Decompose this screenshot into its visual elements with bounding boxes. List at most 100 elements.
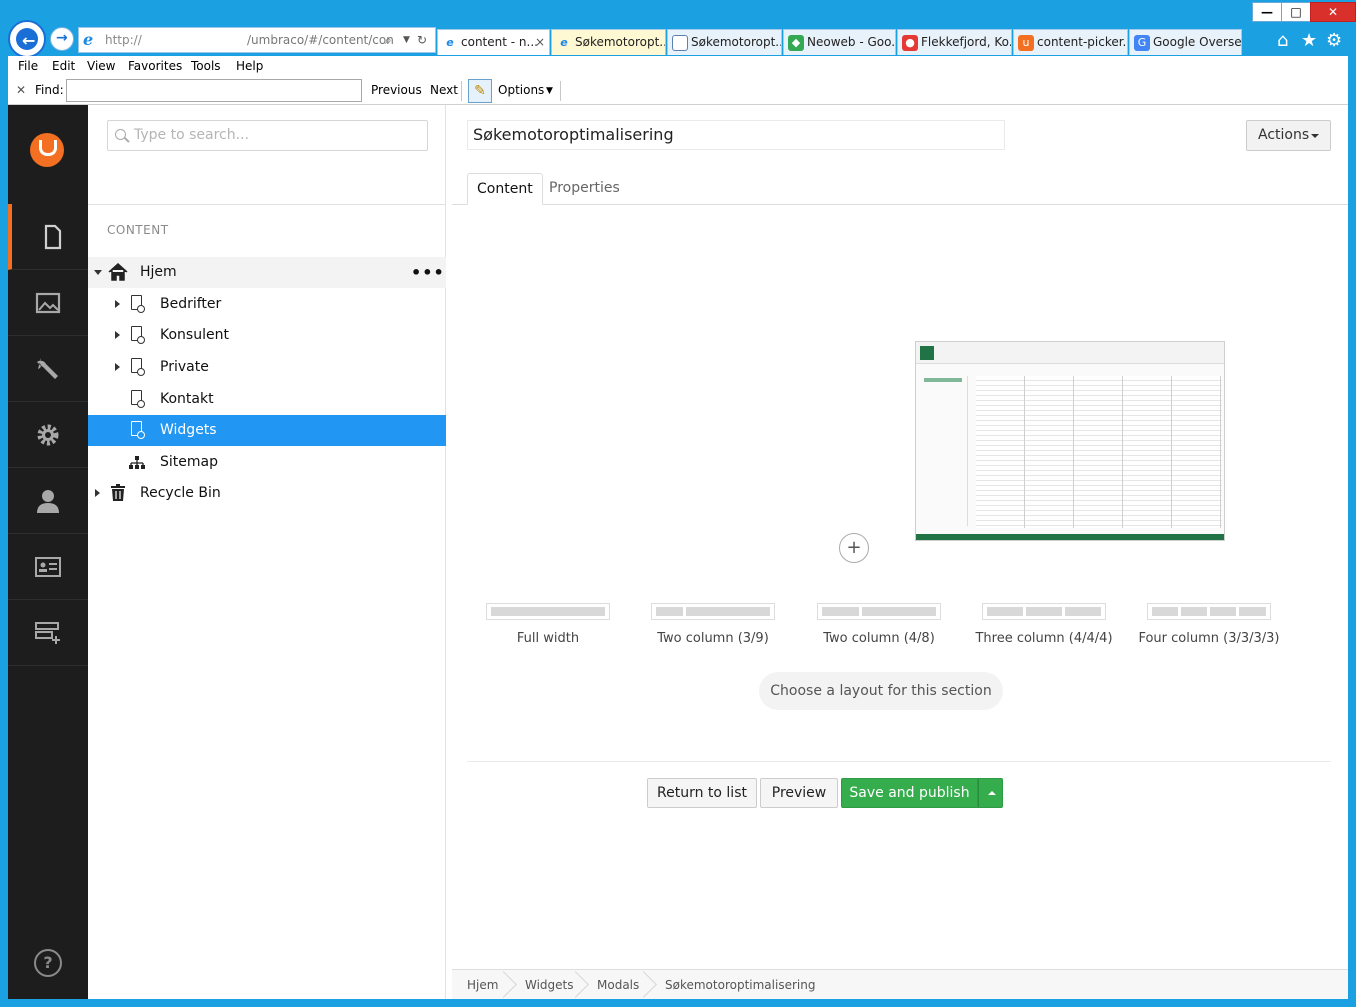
home-icon — [108, 263, 128, 281]
id-card-icon — [35, 557, 61, 577]
umbraco-app: ? Type to search... CONTENT Hjem ••• Bed… — [8, 105, 1348, 999]
home-icon[interactable]: ⌂ — [1277, 30, 1288, 51]
section-forms[interactable] — [8, 600, 88, 666]
menu-file[interactable]: File — [18, 59, 38, 73]
section-settings[interactable] — [8, 402, 88, 468]
close-window-button[interactable]: ✕ — [1310, 2, 1356, 22]
section-users[interactable] — [8, 468, 88, 534]
close-find-icon[interactable]: ✕ — [16, 83, 26, 97]
layout-option-four-column[interactable]: Four column (3/3/3/3) — [1138, 603, 1280, 647]
tools-gear-icon[interactable]: ⚙ — [1326, 30, 1342, 51]
forward-button[interactable]: → — [50, 27, 74, 51]
tree-search-input[interactable]: Type to search... — [107, 120, 428, 151]
layout-label: Full width — [516, 631, 580, 646]
layout-preview — [486, 603, 610, 620]
return-to-list-button[interactable]: Return to list — [647, 778, 757, 808]
section-developer[interactable] — [8, 336, 88, 402]
tree-node-sitemap[interactable]: Sitemap — [88, 447, 446, 478]
back-button[interactable]: ← — [8, 20, 46, 58]
section-media[interactable] — [8, 270, 88, 336]
tab-content[interactable]: Content — [467, 173, 543, 205]
section-members[interactable] — [8, 534, 88, 600]
browser-tab-1[interactable]: e content - n... × — [437, 29, 550, 55]
breadcrumb-separator — [638, 970, 650, 1000]
preview-button[interactable]: Preview — [760, 778, 838, 808]
divider — [467, 761, 1331, 762]
layout-option-full-width[interactable]: Full width — [485, 603, 611, 647]
spreadsheet-grid — [976, 376, 1222, 528]
umbraco-logo[interactable] — [30, 133, 64, 167]
search-icon[interactable]: ⌕ — [385, 28, 392, 52]
layout-cell — [1210, 607, 1236, 616]
layout-option-two-column-4-8[interactable]: Two column (4/8) — [816, 603, 942, 647]
address-protocol: http:// — [105, 33, 142, 47]
tree-node-private[interactable]: Private — [88, 352, 446, 383]
tree-node-bedrifter[interactable]: Bedrifter — [88, 289, 446, 320]
menu-favorites[interactable]: Favorites — [128, 59, 182, 73]
address-bar[interactable]: e http:// /umbraco/#/content/con ⌕ ▼ ↻ — [78, 27, 436, 53]
layout-option-three-column[interactable]: Three column (4/4/4) — [975, 603, 1113, 647]
browser-tab-3[interactable]: Søkemotoropt... — [667, 29, 782, 55]
tree-node-kontakt[interactable]: Kontakt — [88, 384, 446, 415]
minimize-button[interactable]: — — [1252, 2, 1282, 22]
tree-node-widgets[interactable]: Widgets — [88, 415, 446, 446]
add-content-button[interactable]: + — [839, 533, 869, 563]
close-tab-icon[interactable]: × — [535, 30, 545, 54]
image-icon — [35, 292, 61, 314]
menu-tools[interactable]: Tools — [191, 59, 221, 73]
expand-caret-icon[interactable] — [95, 489, 100, 497]
breadcrumb: Hjem Widgets Modals Søkemotoroptimaliser… — [452, 969, 1348, 999]
browser-tab-7[interactable]: GGoogle Overse... — [1129, 29, 1242, 55]
layout-cell — [1152, 607, 1178, 616]
breadcrumb-separator — [498, 970, 510, 1000]
document-icon — [131, 390, 145, 408]
pencil-icon[interactable]: ✎ — [468, 79, 492, 103]
menu-edit[interactable]: Edit — [52, 59, 75, 73]
tree-node-hjem[interactable]: Hjem ••• — [88, 257, 446, 288]
section-content[interactable] — [8, 204, 88, 270]
umbraco-icon: u — [1018, 34, 1034, 51]
document-icon — [131, 421, 145, 439]
tab-label: Søkemotoropt... — [691, 35, 782, 49]
tree-node-konsulent[interactable]: Konsulent — [88, 320, 446, 351]
tree-node-recycle-bin[interactable]: Recycle Bin — [88, 478, 446, 509]
layout-cell — [1026, 607, 1062, 616]
page-icon — [672, 34, 688, 51]
layout-option-two-column-3-9[interactable]: Two column (3/9) — [650, 603, 776, 647]
menu-help[interactable]: Help — [236, 59, 263, 73]
maximize-button[interactable]: □ — [1281, 2, 1311, 22]
expand-caret-icon[interactable] — [115, 331, 120, 339]
browser-tab-4[interactable]: ◆ Neoweb - Goo... — [783, 29, 896, 55]
tab-properties[interactable]: Properties — [540, 173, 629, 205]
collapse-caret-icon[interactable] — [94, 270, 102, 275]
layout-preview — [1147, 603, 1271, 620]
dropdown-icon[interactable]: ▼ — [403, 28, 410, 52]
browser-tab-5[interactable]: ● Flekkefjord, Ko... — [897, 29, 1012, 55]
browser-tab-6[interactable]: u content-picker... — [1013, 29, 1128, 55]
publish-options-button[interactable] — [978, 778, 1003, 808]
find-next-button[interactable]: Next — [430, 83, 458, 97]
actions-dropdown-button[interactable]: Actions — [1246, 120, 1331, 151]
expand-caret-icon[interactable] — [115, 363, 120, 371]
browser-tab-2[interactable]: e Søkemotoropt... — [551, 29, 666, 55]
favorites-star-icon[interactable]: ★ — [1301, 30, 1317, 51]
menu-view[interactable]: View — [87, 59, 115, 73]
find-input[interactable] — [66, 79, 362, 102]
google-icon: G — [1134, 34, 1150, 51]
ie-logo-icon: e — [83, 30, 94, 49]
find-options-button[interactable]: Options — [498, 83, 544, 97]
more-options-icon[interactable]: ••• — [411, 263, 445, 282]
tree-node-label: Hjem — [140, 264, 177, 280]
find-previous-button[interactable]: Previous — [371, 83, 422, 97]
layout-label: Two column (4/8) — [823, 631, 935, 646]
save-and-publish-button[interactable]: Save and publish — [841, 778, 978, 808]
breadcrumb-separator — [570, 970, 582, 1000]
node-name-input[interactable]: Søkemotoroptimalisering — [467, 120, 1005, 150]
wrench-icon — [37, 358, 58, 379]
layout-cell — [1065, 607, 1101, 616]
options-dropdown-icon[interactable]: ▼ — [546, 86, 553, 96]
expand-caret-icon[interactable] — [115, 300, 120, 308]
refresh-icon[interactable]: ↻ — [417, 28, 427, 52]
trash-icon — [111, 484, 125, 501]
help-button[interactable]: ? — [34, 949, 62, 977]
